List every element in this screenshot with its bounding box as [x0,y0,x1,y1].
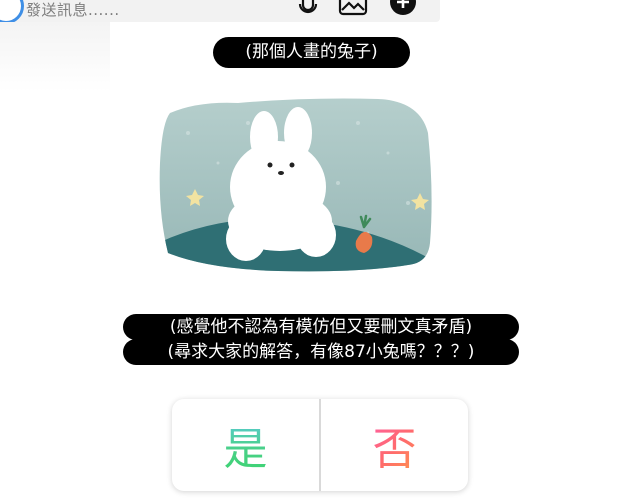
caption-top: (那個人畫的兔子) [213,37,410,68]
poll-option-yes[interactable]: 是 [172,399,321,491]
rabbit-illustration [159,98,432,272]
message-composer: 發送訊息...... [0,0,440,24]
poll-option-yes-label: 是 [224,413,268,477]
avatar[interactable] [0,0,24,24]
poll-option-no-label: 否 [373,413,417,477]
caption-line-2: (尋求大家的解答，有像87小兔嗎？？？) [123,339,519,365]
poll-sticker: 是 否 [172,399,468,491]
caption-line-1: (感覺他不認為有模仿但又要刪文真矛盾) [123,314,519,340]
composer-shadow [0,22,110,92]
microphone-icon[interactable] [296,0,320,16]
plus-icon[interactable] [388,0,418,16]
message-input[interactable]: 發送訊息...... [26,0,120,20]
poll-option-no[interactable]: 否 [321,399,468,491]
image-icon[interactable] [338,0,368,16]
